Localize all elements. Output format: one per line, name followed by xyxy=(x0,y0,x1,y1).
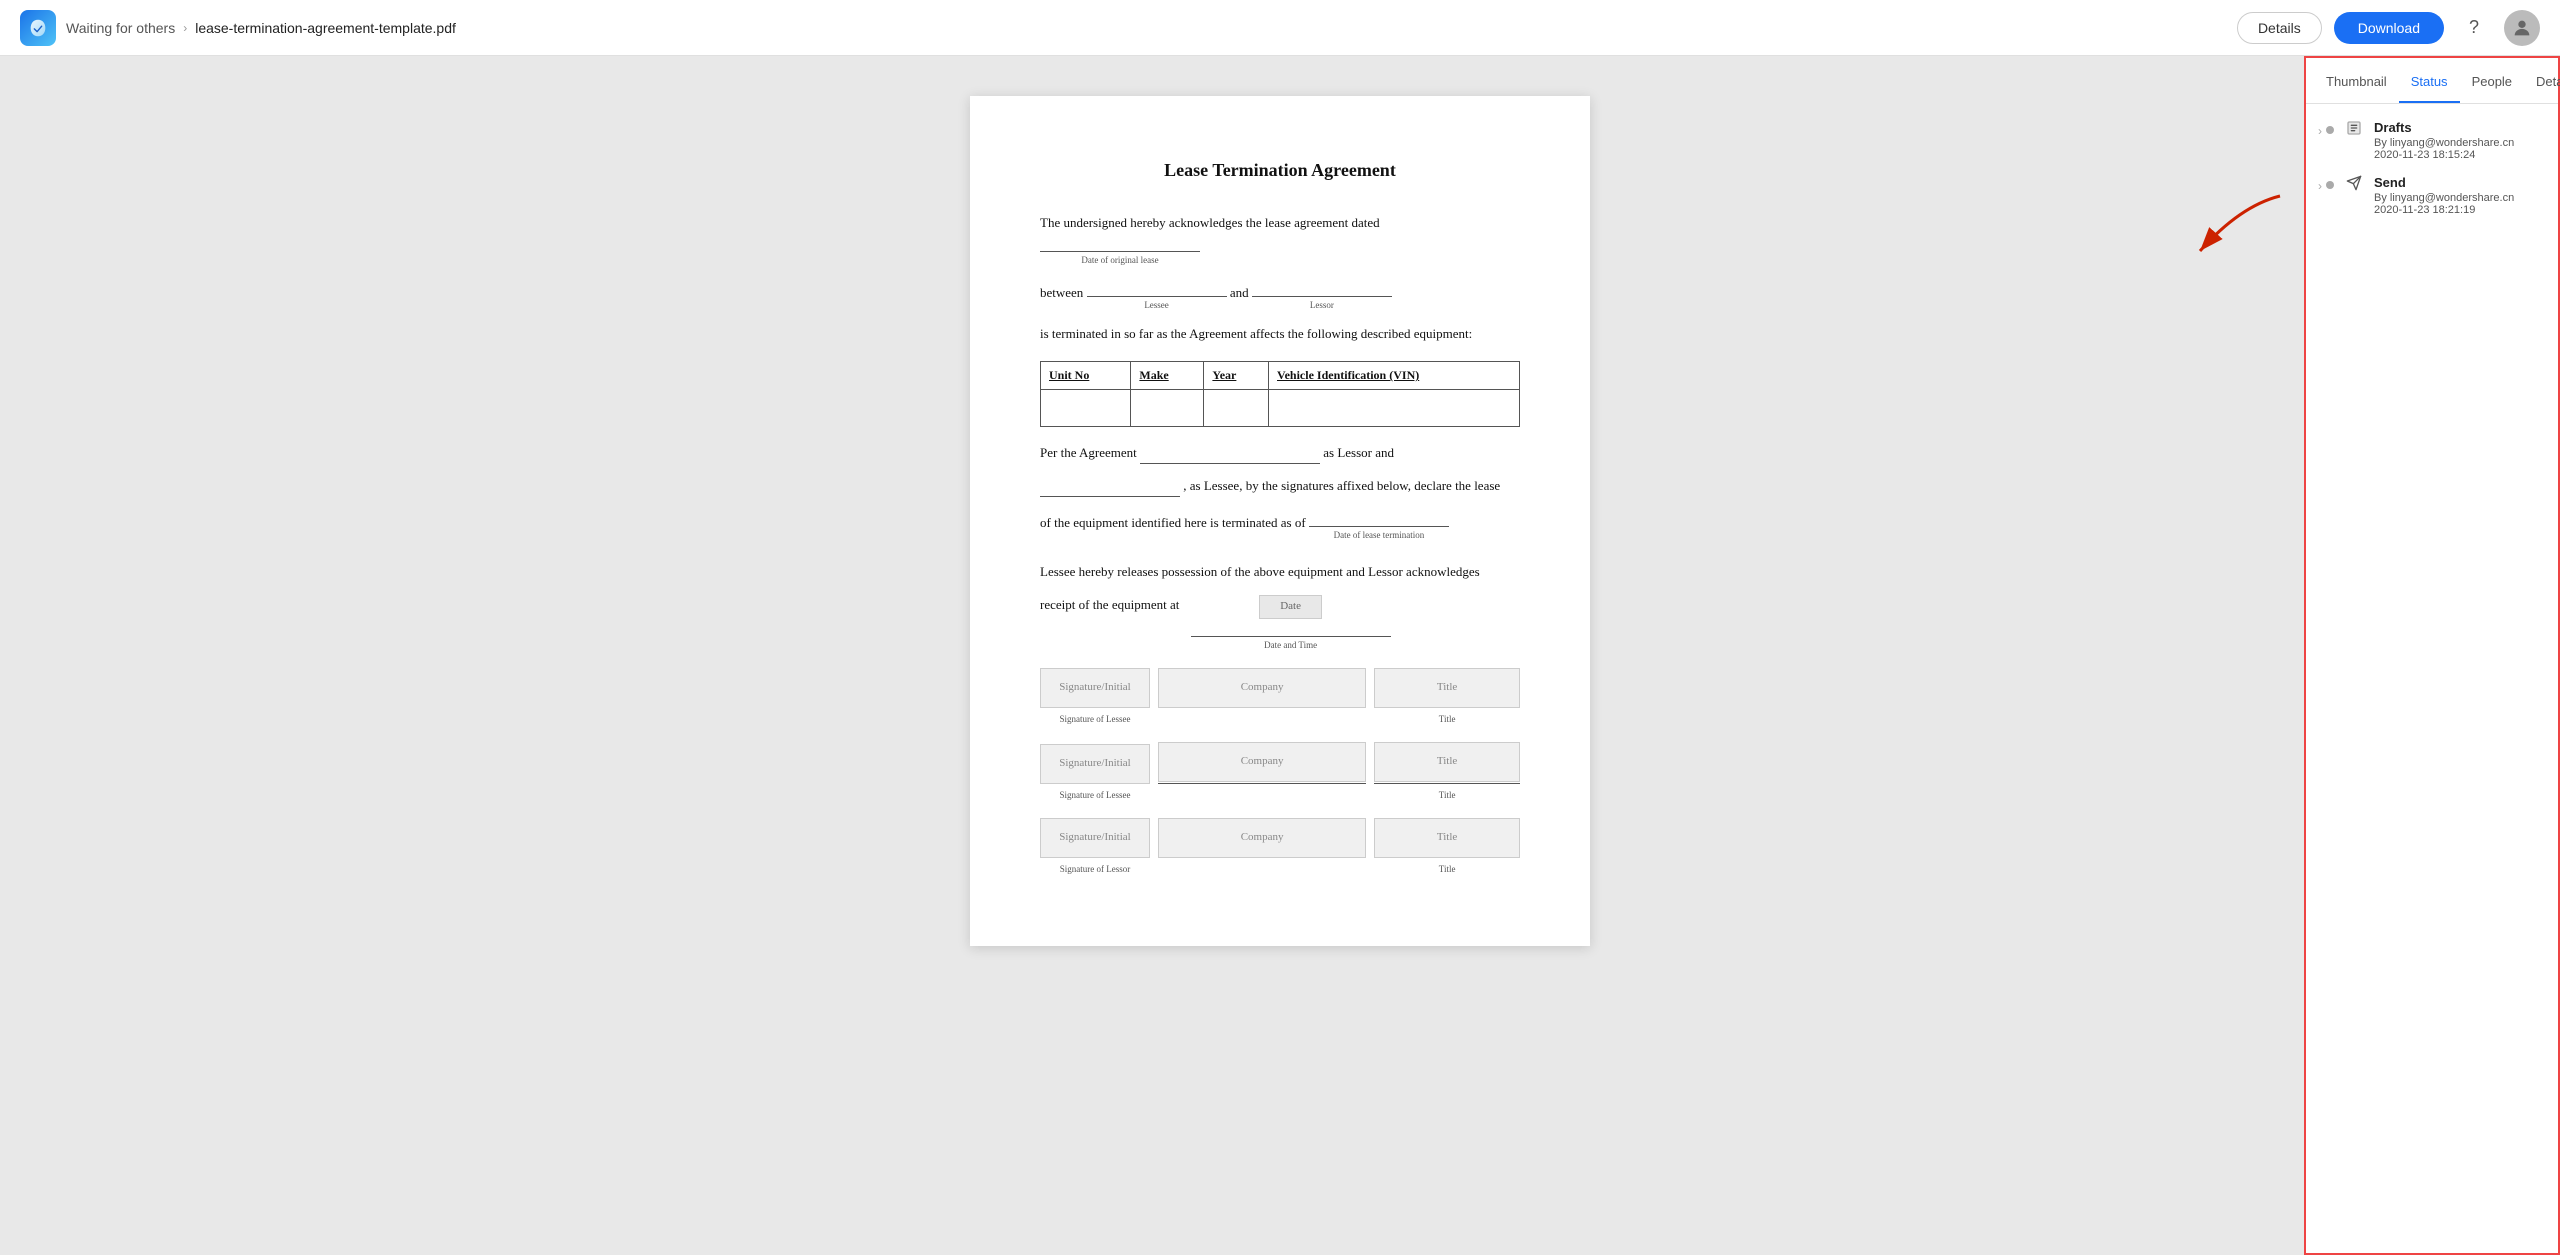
help-button[interactable]: ? xyxy=(2456,10,2492,46)
sig-bottom-label-2: Signature of Lessee xyxy=(1040,788,1150,802)
pdf-para-5: , as Lessee, by the signatures affixed b… xyxy=(1040,476,1520,497)
sig-company-label-2 xyxy=(1158,788,1366,802)
right-panel: Thumbnail Status People Details › xyxy=(2304,56,2560,1255)
table-header-unit: Unit No xyxy=(1041,362,1131,390)
main-area: Lease Termination Agreement The undersig… xyxy=(0,56,2560,1255)
sig-title-label-3: Title xyxy=(1374,862,1520,876)
send-icon xyxy=(2344,173,2364,193)
send-time: 2020-11-23 18:21:19 xyxy=(2374,204,2546,216)
table-header-vin: Vehicle Identification (VIN) xyxy=(1269,362,1520,390)
table-cell xyxy=(1204,390,1269,427)
sig-company-1[interactable]: Company xyxy=(1158,668,1366,708)
breadcrumb: Waiting for others › lease-termination-a… xyxy=(66,20,456,36)
pdf-para-8: receipt of the equipment at Date Date an… xyxy=(1040,595,1520,652)
topbar: Waiting for others › lease-termination-a… xyxy=(0,0,2560,56)
sig-company-label-3 xyxy=(1158,862,1366,876)
sig-title-label-1: Title xyxy=(1374,712,1520,726)
tab-people[interactable]: People xyxy=(2460,58,2524,103)
pdf-document: Lease Termination Agreement The undersig… xyxy=(970,96,1590,946)
sig-company-label-1 xyxy=(1158,712,1366,726)
pdf-para-3: is terminated in so far as the Agreement… xyxy=(1040,324,1520,345)
table-header-make: Make xyxy=(1131,362,1204,390)
send-by: By linyang@wondershare.cn xyxy=(2374,192,2546,204)
signature-section: Signature/Initial Company Title Signatur… xyxy=(1040,668,1520,876)
sig-company-3[interactable]: Company xyxy=(1158,818,1366,858)
sig-initial-3[interactable]: Signature/Initial xyxy=(1040,818,1150,858)
pdf-area[interactable]: Lease Termination Agreement The undersig… xyxy=(0,56,2560,1255)
pdf-table: Unit No Make Year Vehicle Identification… xyxy=(1040,361,1520,427)
send-info: Send By linyang@wondershare.cn 2020-11-2… xyxy=(2374,175,2546,216)
topbar-left: Waiting for others › lease-termination-a… xyxy=(20,10,2237,46)
pdf-title: Lease Termination Agreement xyxy=(1040,156,1520,185)
pdf-para-7: Lessee hereby releases possession of the… xyxy=(1040,562,1520,583)
drafts-info: Drafts By linyang@wondershare.cn 2020-11… xyxy=(2374,120,2546,161)
breadcrumb-current: lease-termination-agreement-template.pdf xyxy=(195,20,456,36)
help-icon: ? xyxy=(2469,17,2479,38)
drafts-time: 2020-11-23 18:15:24 xyxy=(2374,149,2546,161)
tab-status[interactable]: Status xyxy=(2399,58,2460,103)
app-logo xyxy=(20,10,56,46)
drafts-dot xyxy=(2326,126,2334,134)
expand-icon[interactable]: › xyxy=(2318,122,2322,138)
sig-bottom-label-1: Signature of Lessee xyxy=(1040,712,1150,726)
sig-initial-2[interactable]: Signature/Initial xyxy=(1040,744,1150,784)
send-title: Send xyxy=(2374,175,2546,190)
breadcrumb-link[interactable]: Waiting for others xyxy=(66,20,175,36)
tab-thumbnail[interactable]: Thumbnail xyxy=(2314,58,2399,103)
drafts-title: Drafts xyxy=(2374,120,2546,135)
user-avatar[interactable] xyxy=(2504,10,2540,46)
download-button[interactable]: Download xyxy=(2334,12,2444,44)
pdf-para-2: between Lessee and Lessor xyxy=(1040,279,1520,312)
drafts-dot-area: › xyxy=(2318,120,2334,138)
panel-content: › Drafts By linyang@wondershare.cn 2020-… xyxy=(2306,104,2558,1253)
sig-title-3[interactable]: Title xyxy=(1374,818,1520,858)
sig-title-label-2: Title xyxy=(1374,788,1520,802)
sig-title-1[interactable]: Title xyxy=(1374,668,1520,708)
sig-bottom-label-3: Signature of Lessor xyxy=(1040,862,1150,876)
status-item-drafts: › Drafts By linyang@wondershare.cn 2020-… xyxy=(2318,120,2546,161)
table-cell xyxy=(1131,390,1204,427)
table-cell xyxy=(1269,390,1520,427)
panel-tabs: Thumbnail Status People Details xyxy=(2306,58,2558,104)
sig-company-2[interactable]: Company xyxy=(1158,742,1366,782)
status-item-send: › Send By linyang@wondershare.cn 2020-11… xyxy=(2318,175,2546,216)
table-cell xyxy=(1041,390,1131,427)
table-header-year: Year xyxy=(1204,362,1269,390)
pdf-para-4: Per the Agreement as Lessor and xyxy=(1040,443,1520,464)
pencil-icon xyxy=(2344,118,2364,138)
expand-icon[interactable]: › xyxy=(2318,177,2322,193)
pdf-para-1: The undersigned hereby acknowledges the … xyxy=(1040,213,1520,267)
breadcrumb-separator: › xyxy=(183,21,187,35)
topbar-right: Details Download ? xyxy=(2237,10,2540,46)
tab-details[interactable]: Details xyxy=(2524,58,2560,103)
send-dot xyxy=(2326,181,2334,189)
details-button[interactable]: Details xyxy=(2237,12,2322,44)
send-dot-area: › xyxy=(2318,175,2334,193)
sig-initial-1[interactable]: Signature/Initial xyxy=(1040,668,1150,708)
pdf-para-6: of the equipment identified here is term… xyxy=(1040,509,1520,542)
sig-title-2[interactable]: Title xyxy=(1374,742,1520,782)
drafts-by: By linyang@wondershare.cn xyxy=(2374,137,2546,149)
